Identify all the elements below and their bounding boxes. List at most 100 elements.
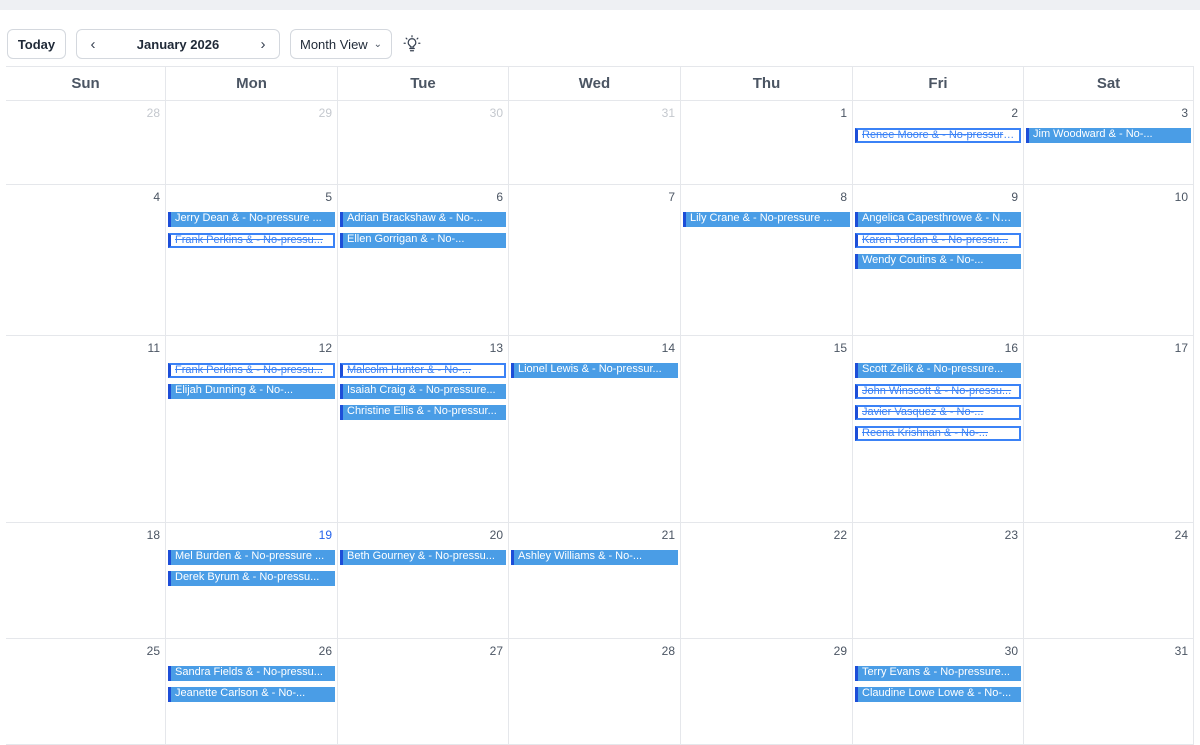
day-cell[interactable]: 30 Terry Evans & - No-pressure... Claudine…: [853, 639, 1024, 744]
calendar-event[interactable]: Jim Woodward & - No-...: [1026, 128, 1191, 143]
weekday-header-sat: Sat: [1024, 67, 1194, 100]
day-events: Renee Moore & - No-pressure ...: [855, 128, 1021, 149]
weekday-header-row: Sun Mon Tue Wed Thu Fri Sat: [6, 67, 1194, 101]
day-cell[interactable]: 24: [1024, 523, 1194, 638]
day-cell[interactable]: 21 Ashley Williams & - No-...: [509, 523, 681, 638]
calendar-event[interactable]: Claudine Lowe Lowe & - No-...: [855, 687, 1021, 702]
calendar-event[interactable]: Jerry Dean & - No-pressure ...: [168, 212, 335, 227]
calendar-event[interactable]: Lionel Lewis & - No-pressur...: [511, 363, 678, 378]
day-cell[interactable]: 8 Lily Crane & - No-pressure ...: [681, 185, 853, 335]
day-number: 31: [1174, 644, 1188, 658]
view-select[interactable]: Month View ⌄: [290, 29, 392, 59]
chevron-right-icon[interactable]: ›: [257, 36, 269, 53]
day-cell[interactable]: 16 Scott Zelik & - No-pressure... John Win…: [853, 336, 1024, 522]
calendar-event[interactable]: Sandra Fields & - No-pressu...: [168, 666, 335, 681]
weekday-header-wed: Wed: [509, 67, 681, 100]
week-row: 4 5 Jerry Dean & - No-pressure ... Frank Pe…: [6, 185, 1194, 336]
calendar-event[interactable]: Malcolm Hunter & - No-...: [340, 363, 506, 378]
day-cell[interactable]: 10: [1024, 185, 1194, 335]
day-cell[interactable]: 31: [509, 101, 681, 184]
day-number: 21: [661, 528, 675, 542]
day-events: Mel Burden & - No-pressure ... Derek Byru…: [168, 550, 335, 592]
day-cell[interactable]: 7: [509, 185, 681, 335]
chevron-down-icon: ⌄: [373, 38, 382, 50]
calendar-event[interactable]: Reena Krishnan & - No-...: [855, 426, 1021, 441]
week-row: 18 19 Mel Burden & - No-pressure ... Derek …: [6, 523, 1194, 639]
day-cell[interactable]: 25: [6, 639, 166, 744]
day-cell[interactable]: 19 Mel Burden & - No-pressure ... Derek By…: [166, 523, 338, 638]
calendar-event[interactable]: Beth Gourney & - No-pressu...: [340, 550, 506, 565]
calendar-event[interactable]: Ellen Gorrigan & - No-...: [340, 233, 506, 248]
calendar-event[interactable]: Angelica Capesthrowe & - No-...: [855, 212, 1021, 227]
day-cell[interactable]: 27: [338, 639, 509, 744]
day-cell[interactable]: 2 Renee Moore & - No-pressure ...: [853, 101, 1024, 184]
day-cell[interactable]: 9 Angelica Capesthrowe & - No-... Karen Jo…: [853, 185, 1024, 335]
calendar-event[interactable]: Frank Perkins & - No-pressu...: [168, 363, 335, 378]
day-cell[interactable]: 18: [6, 523, 166, 638]
day-cell[interactable]: 23: [853, 523, 1024, 638]
day-number: 16: [1004, 341, 1018, 355]
day-number: 31: [661, 106, 675, 120]
day-events: Malcolm Hunter & - No-... Isaiah Craig & …: [340, 363, 506, 426]
day-number: 6: [496, 190, 503, 204]
calendar-event[interactable]: Frank Perkins & - No-pressu...: [168, 233, 335, 248]
calendar-event[interactable]: Karen Jordan & - No-pressu...: [855, 233, 1021, 248]
day-number: 24: [1174, 528, 1188, 542]
day-number: 28: [661, 644, 675, 658]
day-number: 17: [1174, 341, 1188, 355]
week-row: 25 26 Sandra Fields & - No-pressu... Jeanet…: [6, 639, 1194, 745]
day-number: 11: [147, 341, 160, 355]
calendar-event[interactable]: Lily Crane & - No-pressure ...: [683, 212, 850, 227]
day-cell[interactable]: 31: [1024, 639, 1194, 744]
lightbulb-icon[interactable]: [402, 34, 422, 54]
calendar-event[interactable]: Ashley Williams & - No-...: [511, 550, 678, 565]
day-number: 29: [833, 644, 847, 658]
day-cell[interactable]: 26 Sandra Fields & - No-pressu... Jeanette…: [166, 639, 338, 744]
calendar-event[interactable]: Scott Zelik & - No-pressure...: [855, 363, 1021, 378]
day-cell[interactable]: 22: [681, 523, 853, 638]
weekday-header-tue: Tue: [338, 67, 509, 100]
day-cell[interactable]: 4: [6, 185, 166, 335]
day-cell[interactable]: 20 Beth Gourney & - No-pressu...: [338, 523, 509, 638]
calendar-event[interactable]: Wendy Coutins & - No-...: [855, 254, 1021, 269]
day-cell[interactable]: 30: [338, 101, 509, 184]
calendar-event[interactable]: Christine Ellis & - No-pressur...: [340, 405, 506, 420]
calendar-event[interactable]: John Winscott & - No-pressu...: [855, 384, 1021, 399]
day-events: Ashley Williams & - No-...: [511, 550, 678, 571]
calendar-event[interactable]: Javier Vasquez & - No-...: [855, 405, 1021, 420]
day-cell[interactable]: 13 Malcolm Hunter & - No-... Isaiah Craig …: [338, 336, 509, 522]
calendar-event[interactable]: Derek Byrum & - No-pressu...: [168, 571, 335, 586]
day-number: 12: [318, 341, 332, 355]
day-cell[interactable]: 6 Adrian Brackshaw & - No-... Ellen Gorrig…: [338, 185, 509, 335]
day-number: 30: [1004, 644, 1018, 658]
calendar-event[interactable]: Mel Burden & - No-pressure ...: [168, 550, 335, 565]
calendar-event[interactable]: Renee Moore & - No-pressure ...: [855, 128, 1021, 143]
day-cell[interactable]: 11: [6, 336, 166, 522]
day-cell[interactable]: 1: [681, 101, 853, 184]
day-number: 26: [318, 644, 332, 658]
calendar-event[interactable]: Terry Evans & - No-pressure...: [855, 666, 1021, 681]
today-button[interactable]: Today: [7, 29, 66, 59]
week-row: 28 29 30 31 1 2 Renee Moore & - No-pressure ..…: [6, 101, 1194, 185]
day-cell[interactable]: 29: [681, 639, 853, 744]
day-cell[interactable]: 5 Jerry Dean & - No-pressure ... Frank Per…: [166, 185, 338, 335]
day-events: Lionel Lewis & - No-pressur...: [511, 363, 678, 384]
day-cell[interactable]: 3 Jim Woodward & - No-...: [1024, 101, 1194, 184]
day-cell[interactable]: 29: [166, 101, 338, 184]
day-cell[interactable]: 17: [1024, 336, 1194, 522]
day-number: 20: [489, 528, 503, 542]
calendar-event[interactable]: Adrian Brackshaw & - No-...: [340, 212, 506, 227]
day-number: 2: [1011, 106, 1018, 120]
day-cell[interactable]: 15: [681, 336, 853, 522]
calendar-event[interactable]: Jeanette Carlson & - No-...: [168, 687, 335, 702]
day-cell[interactable]: 28: [6, 101, 166, 184]
chevron-left-icon[interactable]: ‹: [87, 36, 99, 53]
day-cell[interactable]: 12 Frank Perkins & - No-pressu... Elijah D…: [166, 336, 338, 522]
calendar-event[interactable]: Isaiah Craig & - No-pressure...: [340, 384, 506, 399]
calendar-event[interactable]: Elijah Dunning & - No-...: [168, 384, 335, 399]
day-cell[interactable]: 14 Lionel Lewis & - No-pressur...: [509, 336, 681, 522]
day-events: Jerry Dean & - No-pressure ... Frank Perk…: [168, 212, 335, 254]
weekday-header-mon: Mon: [166, 67, 338, 100]
day-number: 8: [840, 190, 847, 204]
day-cell[interactable]: 28: [509, 639, 681, 744]
